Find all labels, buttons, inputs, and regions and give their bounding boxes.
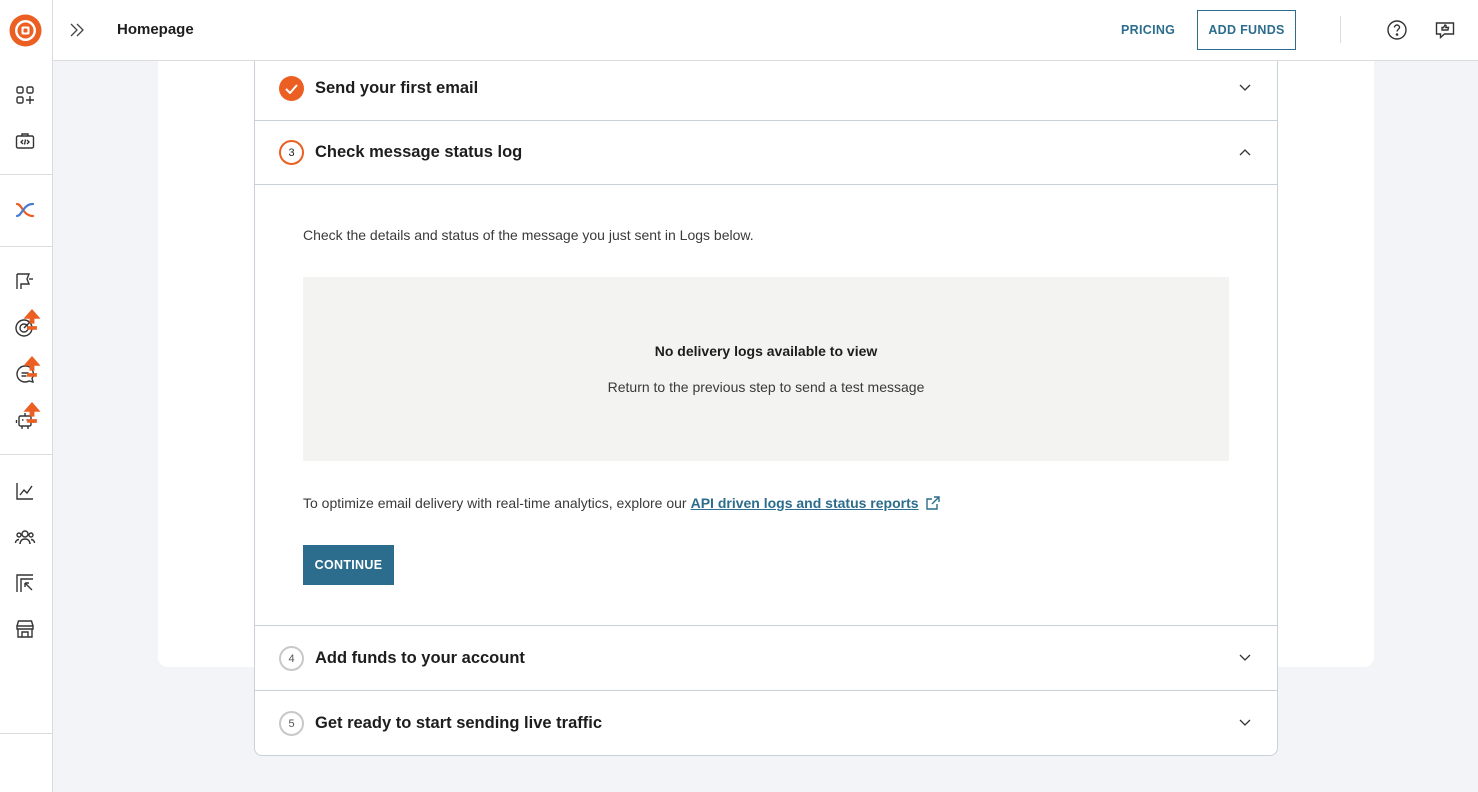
step-title: Get ready to start sending live traffic [315,714,602,732]
divider [255,184,1277,185]
feedback-icon[interactable] [1433,18,1457,42]
sidebar-divider [0,174,52,175]
bot-icon[interactable] [13,402,41,432]
step-number-badge: 4 [279,646,304,671]
step-description: Check the details and status of the mess… [303,227,754,243]
sidebar-divider [0,454,52,455]
conversations-icon[interactable] [13,356,41,386]
campaigns-icon[interactable] [13,269,37,293]
continue-button[interactable]: CONTINUE [303,545,394,585]
expand-sidebar-icon[interactable] [67,19,87,41]
brand-logo[interactable] [9,14,42,47]
sidebar [0,0,53,792]
sidebar-divider [0,733,52,734]
header-divider [1340,16,1341,43]
step-title: Check message status log [315,143,523,161]
top-header: Homepage PRICING ADD FUNDS [53,0,1478,61]
sidebar-divider [0,246,52,247]
optimize-text: To optimize email delivery with real-tim… [303,495,687,511]
analytics-icon[interactable] [13,479,37,503]
step-send-first-email[interactable]: Send your first email [255,61,1277,120]
api-briefcase-icon[interactable] [13,129,37,153]
page-title: Homepage [117,21,194,38]
step-add-funds[interactable]: 4 Add funds to your account [255,626,1277,690]
targeting-icon[interactable] [13,309,41,339]
contacts-icon[interactable] [13,525,37,549]
optimize-note: To optimize email delivery with real-tim… [303,495,941,511]
chevron-up-icon [1237,144,1253,160]
step-title: Add funds to your account [315,649,525,667]
add-funds-button[interactable]: ADD FUNDS [1197,10,1296,50]
marketplace-icon[interactable] [13,617,37,641]
step-title: Send your first email [315,79,479,97]
check-icon [279,76,304,101]
export-icon[interactable] [13,571,37,595]
chevron-down-icon [1237,650,1253,666]
onboarding-accordion: Send your first email 3 Check message st… [254,61,1278,756]
empty-state-title: No delivery logs available to view [654,343,878,359]
chevron-down-icon [1237,80,1253,96]
help-icon[interactable] [1385,18,1409,42]
external-link-icon[interactable] [925,495,941,511]
chevron-down-icon [1237,715,1253,731]
pricing-link[interactable]: PRICING [1121,23,1175,37]
delivery-logs-empty-state: No delivery logs available to view Retur… [303,277,1229,461]
step-number-badge: 3 [279,140,304,165]
step-check-status-log[interactable]: 3 Check message status log [255,121,1277,184]
empty-state-subtitle: Return to the previous step to send a te… [607,379,925,395]
integrations-icon[interactable] [13,198,37,222]
dashboard-add-icon[interactable] [13,83,37,107]
api-logs-link[interactable]: API driven logs and status reports [691,495,919,511]
step-number-badge: 5 [279,711,304,736]
step-live-traffic[interactable]: 5 Get ready to start sending live traffi… [255,691,1277,755]
